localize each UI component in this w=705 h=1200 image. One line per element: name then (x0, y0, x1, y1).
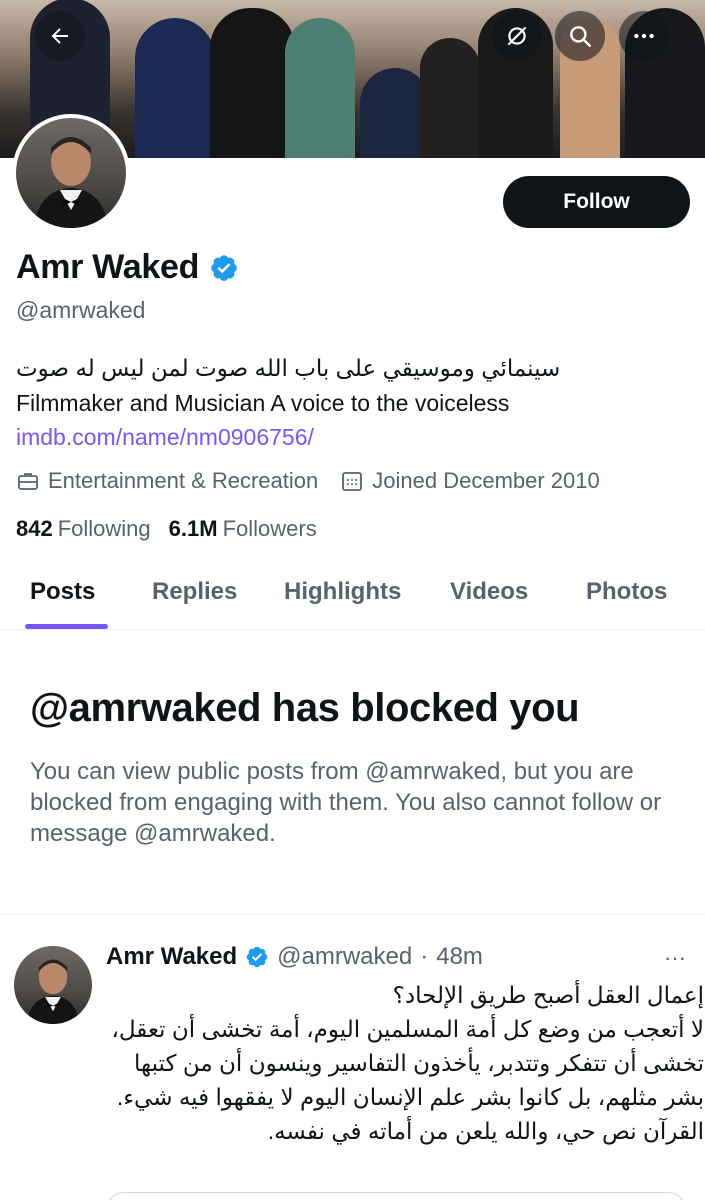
banner-figure (285, 18, 355, 158)
banner-figure (210, 8, 295, 158)
profile-avatar[interactable] (12, 114, 130, 232)
joined-item: Joined December 2010 (340, 468, 600, 494)
profile-tabs: Posts Replies Highlights Videos Photos (0, 562, 705, 630)
search-icon (570, 26, 591, 47)
profile-meta: Entertainment & Recreation Joined Decemb… (16, 468, 622, 494)
following-link[interactable]: 842 Following (16, 516, 151, 542)
bio-english: Filmmaker and Musician A voice to the vo… (16, 390, 510, 416)
back-button[interactable] (35, 11, 85, 61)
follow-stats: 842 Following 6.1M Followers (16, 516, 317, 542)
calendar-icon (342, 472, 363, 491)
active-tab-indicator (25, 624, 108, 629)
tab-highlights[interactable]: Highlights (284, 578, 401, 606)
arrow-left-icon (51, 28, 68, 44)
following-count: 842 (16, 516, 53, 541)
post-separator: · (420, 943, 429, 970)
section-divider (0, 914, 705, 915)
post-time[interactable]: 48m (436, 943, 483, 971)
avatar-photo (26, 959, 80, 1024)
more-button[interactable] (619, 11, 669, 61)
followers-link[interactable]: 6.1M Followers (169, 516, 317, 542)
post-author-handle[interactable]: @amrwaked (277, 943, 412, 971)
banner-figure (420, 38, 480, 158)
post-header: Amr Waked @amrwaked · 48m (106, 943, 483, 971)
post-more-button[interactable]: ··· (664, 945, 686, 971)
category-label: Entertainment & Recreation (48, 468, 319, 493)
name-row: Amr Waked (16, 248, 239, 287)
joined-label: Joined December 2010 (372, 468, 600, 493)
profile-link[interactable]: imdb.com/name/nm0906756/ (16, 424, 314, 451)
blocked-description: You can view public posts from @amrwaked… (30, 758, 662, 847)
follow-button[interactable]: Follow (503, 176, 690, 228)
followers-label: Followers (222, 516, 317, 541)
search-button[interactable] (555, 11, 605, 61)
following-label: Following (57, 516, 151, 541)
followers-count: 6.1M (168, 516, 218, 541)
mute-button[interactable] (492, 11, 542, 61)
bio-arabic: سينمائي وموسيقي على باب الله صوت لمن ليس… (16, 355, 561, 381)
category-item: Entertainment & Recreation (16, 468, 318, 494)
quoted-post-card[interactable] (106, 1192, 686, 1200)
avatar-photo (34, 137, 108, 228)
tab-photos[interactable]: Photos (586, 578, 667, 606)
tab-replies[interactable]: Replies (152, 578, 237, 606)
briefcase-icon (18, 473, 38, 490)
post-avatar[interactable] (14, 946, 92, 1024)
post-author-name[interactable]: Amr Waked (106, 943, 237, 971)
mute-icon (507, 26, 527, 46)
tab-videos[interactable]: Videos (450, 578, 528, 606)
tab-posts[interactable]: Posts (30, 578, 95, 606)
verified-badge-icon (246, 946, 268, 968)
display-name: Amr Waked (16, 248, 200, 286)
post-text: إعمال العقل أصبح طريق الإلحاد؟ لا أتعجب … (111, 982, 704, 1144)
more-icon (634, 33, 654, 39)
banner-figure (135, 18, 215, 158)
verified-badge-icon[interactable] (209, 253, 239, 283)
profile-handle: @amrwaked (16, 297, 146, 323)
blocked-title: @amrwaked has blocked you (30, 686, 580, 730)
